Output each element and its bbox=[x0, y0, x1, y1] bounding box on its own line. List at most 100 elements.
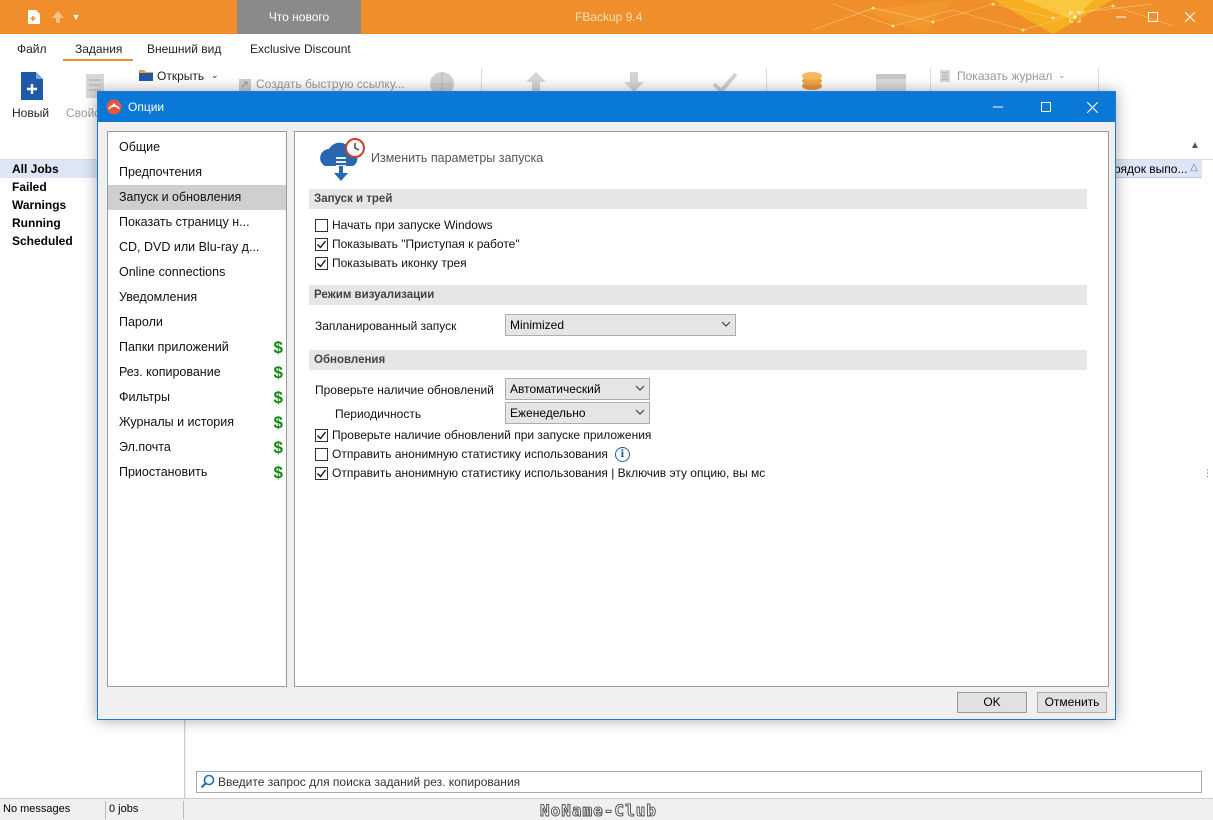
column-header-order[interactable]: рядок выпо... bbox=[1112, 160, 1202, 178]
premium-dollar-icon: $ bbox=[273, 363, 283, 382]
log-icon[interactable] bbox=[938, 69, 952, 83]
category-email[interactable]: Эл.почта $ bbox=[108, 435, 286, 460]
menu-jobs[interactable]: Задания bbox=[75, 42, 122, 56]
checkmark-icon bbox=[317, 259, 327, 268]
dialog-close-icon[interactable] bbox=[1069, 92, 1115, 122]
premium-dollar-icon: $ bbox=[273, 388, 283, 407]
scheduled-run-label: Запланированный запуск bbox=[315, 319, 457, 333]
premium-dollar-icon: $ bbox=[273, 338, 283, 357]
checkbox-box bbox=[315, 447, 328, 461]
open-button[interactable]: Открыть bbox=[157, 69, 204, 83]
app-logo-icon bbox=[106, 99, 122, 115]
whats-new-tab[interactable]: Что нового bbox=[237, 0, 361, 34]
checkmark-icon bbox=[317, 240, 327, 249]
category-online-connections[interactable]: Online connections bbox=[108, 260, 286, 285]
dialog-maximize-icon[interactable] bbox=[1023, 92, 1069, 122]
checkbox-box bbox=[315, 237, 328, 251]
category-logs-history[interactable]: Журналы и история $ bbox=[108, 410, 286, 435]
active-menu-indicator bbox=[63, 59, 133, 61]
status-bar: No messages 0 jobs NoName-Club bbox=[0, 798, 1213, 820]
frequency-select[interactable]: Еженедельно bbox=[505, 402, 650, 424]
anonymous-stats-checkbox[interactable]: Отправить анонимную статистику использов… bbox=[315, 446, 630, 462]
qa-dropdown-icon[interactable]: ▼ bbox=[66, 7, 86, 27]
dialog-title: Опции bbox=[128, 100, 165, 114]
premium-dollar-icon: $ bbox=[273, 413, 283, 432]
dialog-minimize-icon[interactable] bbox=[975, 92, 1021, 122]
checkbox-box bbox=[315, 256, 328, 270]
job-search-bar[interactable]: Введите запрос для поиска заданий рез. к… bbox=[196, 771, 1202, 793]
checkbox-box bbox=[315, 428, 328, 442]
menu-file[interactable]: Файл bbox=[17, 42, 47, 56]
section-startup-tray: Запуск и трей bbox=[309, 189, 1087, 209]
show-getting-started-checkbox[interactable]: Показывать "Приступая к работе" bbox=[315, 236, 520, 252]
premium-dollar-icon: $ bbox=[273, 463, 283, 482]
status-separator bbox=[105, 801, 106, 819]
category-startup-updates[interactable]: Запуск и обновления bbox=[108, 185, 286, 210]
info-icon[interactable]: i bbox=[614, 446, 630, 462]
options-category-list: Общие Предпочтения Запуск и обновления П… bbox=[107, 131, 287, 687]
screenshot-icon[interactable] bbox=[1052, 0, 1098, 34]
new-job-icon[interactable] bbox=[19, 70, 45, 102]
category-preferences[interactable]: Предпочтения bbox=[108, 160, 286, 185]
premium-dollar-icon: $ bbox=[273, 438, 283, 457]
options-content-panel: Изменить параметры запуска Запуск и трей… bbox=[294, 131, 1109, 687]
new-job-button[interactable]: Новый bbox=[12, 106, 49, 120]
arrow-up-icon[interactable] bbox=[48, 7, 68, 27]
check-updates-select[interactable]: Автоматический bbox=[505, 378, 650, 400]
watermark: NoName-Club bbox=[540, 801, 657, 820]
scheduled-run-select[interactable]: Minimized bbox=[505, 314, 736, 336]
app-titlebar: ▼ Что нового FBackup 9.4 bbox=[0, 0, 1213, 34]
menu-bar: Файл Задания Внешний вид Exclusive Disco… bbox=[0, 34, 1213, 62]
category-show-page[interactable]: Показать страницу н... bbox=[108, 210, 286, 235]
category-app-folders[interactable]: Папки приложений $ bbox=[108, 335, 286, 360]
show-log-button[interactable]: Показать журнал bbox=[957, 69, 1052, 83]
options-dialog: Опции Общие Предпочтения Запуск и обновл… bbox=[97, 91, 1116, 720]
ribbon-collapse-icon[interactable]: ▲ bbox=[1190, 140, 1200, 151]
cancel-button[interactable]: Отменить bbox=[1037, 692, 1107, 713]
category-cd-dvd-bluray[interactable]: CD, DVD или Blu-ray д... bbox=[108, 235, 286, 260]
category-notifications[interactable]: Уведомления bbox=[108, 285, 286, 310]
sort-arrow-icon[interactable]: △ bbox=[1190, 162, 1198, 173]
close-icon[interactable] bbox=[1167, 0, 1213, 34]
chevron-down-icon bbox=[635, 385, 645, 391]
scroll-arrow-icon[interactable]: ⋮ bbox=[1203, 468, 1212, 479]
category-passwords[interactable]: Пароли bbox=[108, 310, 286, 335]
app-title: FBackup 9.4 bbox=[575, 10, 643, 24]
status-separator bbox=[183, 801, 184, 819]
checkbox-box bbox=[315, 466, 328, 480]
menu-exclusive-discount[interactable]: Exclusive Discount bbox=[250, 42, 351, 56]
checkmark-icon bbox=[317, 469, 327, 478]
dialog-titlebar: Опции bbox=[98, 92, 1115, 122]
status-jobs-count: 0 jobs bbox=[109, 803, 139, 815]
startup-settings-icon bbox=[320, 138, 365, 181]
anonymous-stats-details-checkbox[interactable]: Отправить анонимную статистику использов… bbox=[315, 465, 765, 481]
section-updates: Обновления bbox=[309, 350, 1087, 370]
open-dropdown-icon[interactable]: ⌄ bbox=[211, 70, 219, 81]
start-with-windows-checkbox[interactable]: Начать при запуске Windows bbox=[315, 217, 493, 233]
frequency-label: Периодичность bbox=[335, 407, 422, 421]
category-general[interactable]: Общие bbox=[108, 135, 286, 160]
page-header-text: Изменить параметры запуска bbox=[371, 151, 544, 165]
section-view-mode: Режим визуализации bbox=[309, 285, 1087, 305]
show-tray-icon-checkbox[interactable]: Показывать иконку трея bbox=[315, 255, 467, 271]
checkmark-icon bbox=[317, 431, 327, 440]
show-log-dropdown-icon[interactable]: ⌄ bbox=[1058, 70, 1066, 81]
create-shortcut-button[interactable]: Создать быструю ссылку... bbox=[256, 77, 405, 91]
checkbox-box bbox=[315, 218, 328, 232]
check-updates-label: Проверьте наличие обновлений bbox=[315, 383, 494, 397]
chevron-down-icon bbox=[721, 321, 731, 327]
ok-button[interactable]: OK bbox=[957, 692, 1027, 713]
new-file-icon[interactable] bbox=[24, 7, 44, 27]
category-backup[interactable]: Рез. копирование $ bbox=[108, 360, 286, 385]
status-messages: No messages bbox=[3, 803, 71, 815]
category-filters[interactable]: Фильтры $ bbox=[108, 385, 286, 410]
search-placeholder: Введите запрос для поиска заданий рез. к… bbox=[218, 775, 521, 789]
properties-button[interactable]: Свойс bbox=[66, 106, 100, 120]
check-updates-on-startup-checkbox[interactable]: Проверьте наличие обновлений при запуске… bbox=[315, 427, 651, 443]
chevron-down-icon bbox=[635, 409, 645, 415]
shortcut-icon[interactable] bbox=[238, 78, 252, 92]
category-suspend[interactable]: Приостановить $ bbox=[108, 460, 286, 485]
menu-view[interactable]: Внешний вид bbox=[147, 42, 221, 56]
search-icon bbox=[200, 774, 215, 789]
open-folder-icon[interactable] bbox=[138, 68, 154, 82]
